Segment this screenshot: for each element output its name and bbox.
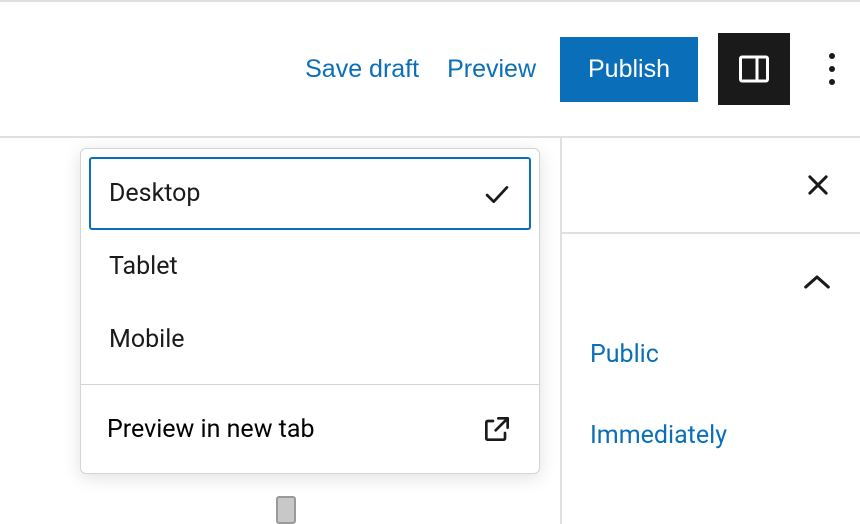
- sidebar-panel-toggle-row[interactable]: [562, 234, 860, 330]
- sidebar-icon: [736, 51, 772, 87]
- settings-sidebar: Public Immediately: [560, 138, 860, 524]
- publish-button[interactable]: Publish: [560, 37, 698, 102]
- preview-option-tablet[interactable]: Tablet: [89, 230, 531, 303]
- editor-top-toolbar: Save draft Preview Publish: [0, 0, 860, 138]
- publish-time-value[interactable]: Immediately: [590, 421, 832, 450]
- sidebar-panel-values: Public Immediately: [562, 330, 860, 450]
- preview-in-new-tab[interactable]: Preview in new tab: [81, 385, 539, 473]
- preview-dropdown: Desktop Tablet Mobile Preview in new tab: [80, 148, 540, 474]
- save-draft-button[interactable]: Save draft: [301, 47, 423, 92]
- preview-option-desktop[interactable]: Desktop: [89, 157, 531, 230]
- scrollbar-thumb[interactable]: [276, 496, 296, 524]
- menu-item-label: Mobile: [109, 325, 185, 354]
- more-vertical-icon: [828, 52, 836, 86]
- chevron-up-icon: [802, 272, 832, 292]
- settings-sidebar-toggle[interactable]: [718, 33, 790, 105]
- more-options-button[interactable]: [816, 39, 848, 99]
- menu-item-label: Tablet: [109, 252, 178, 281]
- close-sidebar-button[interactable]: [804, 171, 832, 199]
- visibility-value[interactable]: Public: [590, 340, 832, 369]
- menu-item-label: Desktop: [109, 179, 200, 208]
- external-link-icon: [481, 413, 513, 445]
- preview-option-mobile[interactable]: Mobile: [89, 303, 531, 376]
- menu-item-label: Preview in new tab: [107, 415, 315, 444]
- sidebar-header-row: [562, 138, 860, 234]
- check-icon: [483, 183, 511, 205]
- preview-button[interactable]: Preview: [443, 47, 540, 92]
